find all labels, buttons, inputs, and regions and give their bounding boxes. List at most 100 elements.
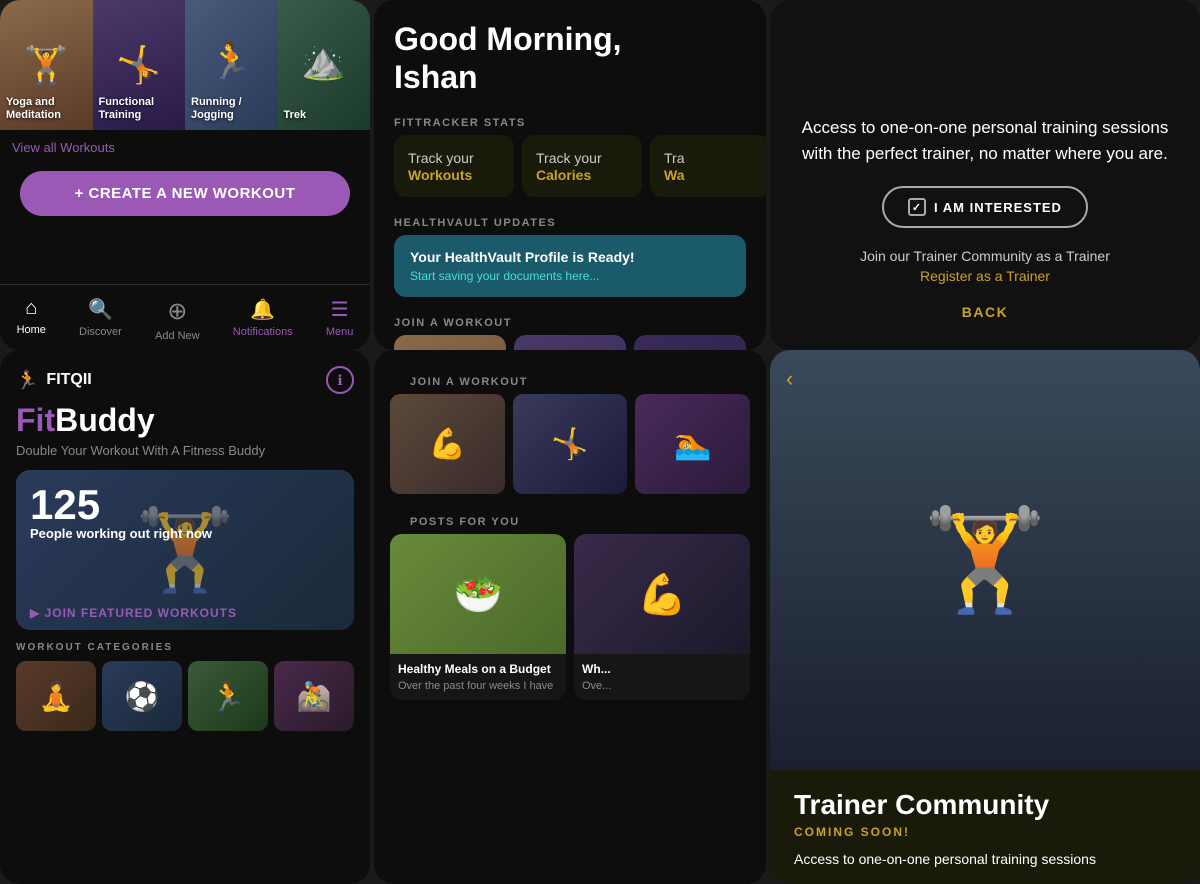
stat-calories-line2: Calories [536,167,628,183]
fitbuddy-buddy-text: Buddy [55,402,155,438]
bottom-cat-3[interactable]: 🏃 [188,661,268,731]
join-workout-images: 💪 🤸 🏊 [390,394,750,494]
trainer-community-desc: Access to one-on-one personal training s… [794,849,1176,870]
nav-add-new[interactable]: ⊕ Add New [155,297,200,342]
category-functional-label: Functional Training [99,96,186,122]
category-running[interactable]: 🏃 Running /Jogging [185,0,278,130]
join-img-3[interactable]: 🏊 [635,394,750,494]
stat-other-line1: Tra [664,149,756,167]
bottom-cat-1-emoji: 🧘 [16,661,96,731]
info-button[interactable]: ℹ [326,366,354,394]
stat-workouts-line2: Workouts [408,167,500,183]
top-middle-panel: Good Morning,Ishan FITTRACKER STATS Trac… [374,0,766,350]
hero-stats: 125 People working out right now [30,484,212,541]
fitbuddy-fit-text: Fit [16,402,55,438]
join-workout-label-2: JOIN A WORKOUT [390,366,750,394]
join-card-3[interactable]: 🏊 [634,335,746,350]
back-button[interactable]: BACK [962,304,1008,320]
interested-label: I AM INTERESTED [934,200,1062,215]
add-icon: ⊕ [167,297,187,326]
man-workout-emoji: 🏋️ [770,350,1200,770]
fittracker-label: FITTRACKER STATS [374,107,766,135]
healthvault-title: Your HealthVault Profile is Ready! [410,249,730,265]
post-extra-1-text: Healthy Meals on a Budget Over the past … [390,654,566,700]
nav-menu-label: Menu [326,326,354,338]
back-chevron-icon[interactable]: ‹ [786,366,793,392]
bottom-cat-4-emoji: 🚵 [274,661,354,731]
category-yoga[interactable]: Yoga and Meditation [0,0,93,130]
join-card-1[interactable] [394,335,506,350]
post-extra-2-excerpt: Ove... [582,680,742,692]
stat-card-calories[interactable]: Track your Calories [522,135,642,197]
post-extra-2-title: Wh... [582,662,742,676]
nav-notifications-label: Notifications [233,326,293,338]
fitqii-logo-text: FITQII [46,371,91,389]
nav-add-label: Add New [155,330,200,342]
fitqii-logo-icon: 🏃 [16,370,38,391]
register-trainer-link[interactable]: Register as a Trainer [920,268,1050,284]
fitbuddy-subtitle: Double Your Workout With A Fitness Buddy [16,443,354,458]
nav-discover[interactable]: 🔍 Discover [79,297,122,342]
nav-menu[interactable]: ☰ Menu [326,297,354,342]
join-featured-button[interactable]: ▶ JOIN FEATURED WORKOUTS [30,606,237,620]
view-all-workouts-link[interactable]: View all Workouts [0,130,370,159]
bottom-cat-3-emoji: 🏃 [188,661,268,731]
interested-button[interactable]: ✓ I AM INTERESTED [882,186,1088,228]
bottom-middle-content: JOIN A WORKOUT 💪 🤸 🏊 POSTS FOR YOU 🥗 Hea… [374,350,766,716]
post-extra-1[interactable]: 🥗 Healthy Meals on a Budget Over the pas… [390,534,566,700]
join-card-2[interactable] [514,335,626,350]
stat-card-other[interactable]: Tra Wa [650,135,766,197]
bottom-cat-2[interactable]: ⚽ [102,661,182,731]
join-community-text: Join our Trainer Community as a Trainer [860,248,1110,264]
coming-soon-badge: COMING SOON! [794,825,1176,839]
fitqii-logo: 🏃 FITQII [16,370,92,391]
healthvault-card[interactable]: Your HealthVault Profile is Ready! Start… [394,235,746,297]
category-trek[interactable]: ⛰️ Trek [278,0,371,130]
nav-home[interactable]: ⌂ Home [17,297,46,342]
stat-workouts-line1: Track your [408,149,500,167]
bottom-middle-panel: JOIN A WORKOUT 💪 🤸 🏊 POSTS FOR YOU 🥗 Hea… [374,350,766,884]
post-extra-2[interactable]: 💪 Wh... Ove... [574,534,750,700]
posts-label-2: POSTS FOR YOU [390,506,750,534]
workout-categories-label: WORKOUT CATEGORIES [16,642,354,653]
trainer-access-desc: Access to one-on-one personal training s… [800,115,1170,166]
bottom-navigation: ⌂ Home 🔍 Discover ⊕ Add New 🔔 Notificati… [0,284,370,350]
create-workout-button[interactable]: + CREATE A NEW WORKOUT [20,171,350,216]
stat-other-line2: Wa [664,167,756,183]
bottom-left-panel: 🏃 FITQII ℹ FitBuddy Double Your Workout … [0,350,370,884]
category-yoga-label: Yoga and Meditation [6,96,93,122]
notifications-icon: 🔔 [250,297,275,322]
post-extra-1-excerpt: Over the past four weeks I have [398,680,558,692]
menu-icon: ☰ [331,297,349,322]
home-icon: ⌂ [25,297,37,320]
join-img-1[interactable]: 💪 [390,394,505,494]
stat-card-workouts[interactable]: Track your Workouts [394,135,514,197]
trainer-community-section: Trainer Community COMING SOON! Access to… [770,770,1200,884]
bottom-cat-2-emoji: ⚽ [102,661,182,731]
join-workout-grid: 🏊 [374,335,766,350]
category-running-label: Running /Jogging [191,96,242,122]
category-functional[interactable]: Functional Training [93,0,186,130]
trainer-hero-image: 🏋️ ‹ [770,350,1200,770]
fitqii-header: 🏃 FITQII ℹ [16,366,354,394]
category-trek-label: Trek [284,109,307,122]
join-workout-label: JOIN A WORKOUT [374,307,766,335]
bottom-right-panel: 🏋️ ‹ Trainer Community COMING SOON! Acce… [770,350,1200,884]
post-extra-2-text: Wh... Ove... [574,654,750,700]
healthvault-subtitle: Start saving your documents here... [410,269,730,283]
healthvault-label: HEALTHVAULT UPDATES [374,207,766,235]
post-extra-1-img: 🥗 [390,534,566,654]
hero-number: 125 [30,484,212,526]
greeting-text: Good Morning,Ishan [394,20,746,97]
nav-discover-label: Discover [79,326,122,338]
join-img-2[interactable]: 🤸 [513,394,628,494]
workout-categories-row: 🧘 ⚽ 🏃 🚵 [16,661,354,731]
bottom-cat-1[interactable]: 🧘 [16,661,96,731]
nav-notifications[interactable]: 🔔 Notifications [233,297,293,342]
checkmark-icon: ✓ [908,198,926,216]
discover-icon: 🔍 [88,297,113,322]
greeting-section: Good Morning,Ishan [374,0,766,107]
bottom-cat-4[interactable]: 🚵 [274,661,354,731]
post-extra-2-img: 💪 [574,534,750,654]
trainer-community-title: Trainer Community [794,790,1176,821]
